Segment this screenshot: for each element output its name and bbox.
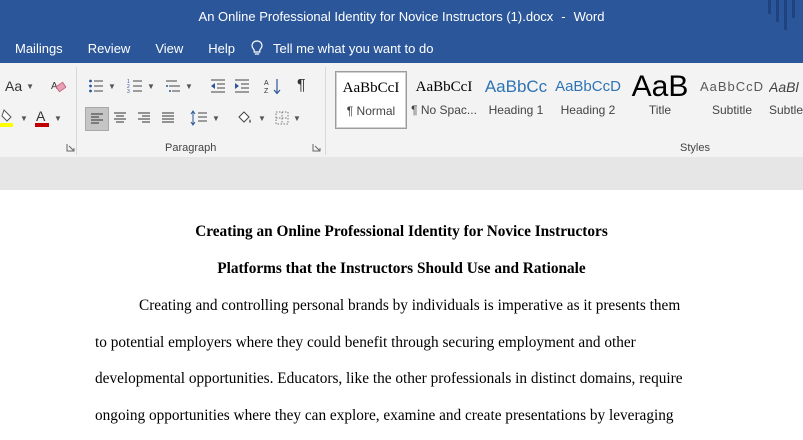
style-preview: AaBbCcD bbox=[555, 78, 621, 95]
pilcrow-icon: ¶ bbox=[297, 77, 306, 94]
paragraph-group-label: Paragraph bbox=[165, 142, 217, 154]
chevron-down-icon: ▼ bbox=[185, 81, 193, 91]
title-bar: An Online Professional Identity for Novi… bbox=[0, 0, 803, 33]
style-subtle-emphasis[interactable]: AaBl Subtle bbox=[769, 71, 803, 127]
styles-gallery: AaBbCcI ¶ Normal AaBbCcI ¶ No Spac... Aa… bbox=[333, 69, 803, 129]
font-color-button[interactable]: A ▼ bbox=[34, 108, 62, 128]
group-divider bbox=[325, 67, 326, 155]
increase-indent-icon bbox=[235, 79, 249, 93]
tell-me-label: Tell me what you want to do bbox=[273, 40, 434, 56]
tab-view[interactable]: View bbox=[140, 41, 183, 56]
bullet-list-icon bbox=[89, 79, 103, 93]
style-name: ¶ Normal bbox=[346, 104, 396, 118]
style-heading-2[interactable]: AaBbCcD Heading 2 bbox=[553, 71, 623, 127]
style-preview: AaBbCcD bbox=[699, 79, 765, 94]
ribbon: Aa ▼ A ▼ A ▼ ▼ 1 2 3 ▼ ▼ A Z ¶ ▼ ▼ ▼ Par… bbox=[0, 63, 803, 158]
style-name: Heading 2 bbox=[560, 103, 616, 117]
sort-icon: A Z bbox=[264, 79, 281, 95]
show-formatting-marks-button[interactable]: ¶ bbox=[297, 76, 306, 96]
styles-group-label: Styles bbox=[680, 142, 710, 154]
borders-button[interactable]: ▼ bbox=[275, 108, 301, 128]
style-name: Title bbox=[648, 103, 672, 117]
highlighter-icon bbox=[0, 109, 13, 127]
document-page[interactable]: Creating an Online Professional Identity… bbox=[0, 190, 803, 440]
document-heading: Creating an Online Professional Identity… bbox=[195, 223, 608, 240]
numbering-button[interactable]: 1 2 3 ▼ bbox=[127, 76, 155, 96]
app-name: Word bbox=[573, 9, 605, 24]
multilevel-list-icon bbox=[166, 80, 180, 92]
paragraph-line: developmental opportunities. Educators, … bbox=[95, 370, 683, 387]
highlight-color-button[interactable]: ▼ bbox=[0, 108, 28, 128]
clear-formatting-button[interactable]: A bbox=[50, 76, 66, 96]
document-background bbox=[0, 157, 803, 190]
title-decoration bbox=[768, 0, 795, 33]
increase-indent-button[interactable] bbox=[234, 76, 250, 96]
tab-help[interactable]: Help bbox=[193, 41, 235, 56]
lightbulb-icon bbox=[251, 40, 263, 55]
style-preview: AaBl bbox=[769, 79, 799, 95]
align-left-icon bbox=[91, 113, 103, 124]
style-heading-1[interactable]: AaBbCc Heading 1 bbox=[481, 71, 551, 127]
chevron-down-icon: ▼ bbox=[108, 81, 116, 91]
style-normal[interactable]: AaBbCcI ¶ Normal bbox=[335, 71, 407, 129]
title-separator: - bbox=[561, 9, 566, 24]
group-divider bbox=[76, 67, 77, 155]
style-name: ¶ No Spac... bbox=[411, 103, 477, 117]
style-name: Heading 1 bbox=[488, 103, 544, 117]
chevron-down-icon: ▼ bbox=[20, 113, 28, 123]
style-preview: AaBbCc bbox=[484, 77, 548, 96]
align-right-button[interactable] bbox=[137, 108, 151, 128]
multilevel-list-button[interactable]: ▼ bbox=[165, 76, 193, 96]
tell-me-box[interactable]: Tell me what you want to do bbox=[251, 40, 433, 56]
align-center-icon bbox=[114, 112, 126, 123]
align-right-icon bbox=[138, 112, 150, 123]
ribbon-tabs: Mailings Review View Help Tell me what y… bbox=[0, 33, 803, 63]
document-title: An Online Professional Identity for Novi… bbox=[198, 9, 554, 24]
chevron-down-icon: ▼ bbox=[54, 113, 62, 123]
change-case-button[interactable]: Aa ▼ bbox=[5, 76, 34, 96]
eraser-icon: A bbox=[51, 81, 66, 93]
paragraph-line: ongoing opportunities where they can exp… bbox=[95, 407, 674, 424]
bullets-button[interactable]: ▼ bbox=[88, 76, 116, 96]
numbered-list-icon: 1 2 3 bbox=[127, 79, 142, 94]
svg-text:3: 3 bbox=[127, 89, 130, 94]
borders-icon bbox=[275, 111, 289, 125]
style-subtitle[interactable]: AaBbCcD Subtitle bbox=[697, 71, 767, 127]
tab-mailings[interactable]: Mailings bbox=[0, 41, 63, 56]
style-preview: AaBbCcI bbox=[415, 79, 473, 95]
chevron-down-icon: ▼ bbox=[258, 113, 266, 123]
chevron-down-icon: ▼ bbox=[212, 113, 220, 123]
svg-text:Z: Z bbox=[264, 88, 269, 95]
chevron-down-icon: ▼ bbox=[147, 81, 155, 91]
justify-button[interactable] bbox=[161, 108, 175, 128]
decrease-indent-icon bbox=[211, 79, 225, 93]
paragraph-dialog-launcher-icon[interactable] bbox=[312, 143, 321, 152]
style-no-spacing[interactable]: AaBbCcI ¶ No Spac... bbox=[409, 71, 479, 127]
style-title[interactable]: AaB Title bbox=[625, 71, 695, 127]
justify-icon bbox=[162, 112, 174, 123]
document-subheading: Platforms that the Instructors Should Us… bbox=[217, 260, 586, 277]
font-size-label: Aa bbox=[5, 78, 23, 94]
align-center-button[interactable] bbox=[113, 108, 127, 128]
paint-bucket-icon bbox=[238, 111, 251, 123]
svg-text:A: A bbox=[264, 80, 269, 87]
style-name: Subtle bbox=[769, 103, 803, 117]
line-spacing-icon bbox=[190, 110, 207, 126]
chevron-down-icon: ▼ bbox=[26, 81, 35, 91]
paragraph-line: to potential employers where they could … bbox=[95, 334, 636, 351]
style-preview: AaBbCcI bbox=[342, 80, 400, 96]
paragraph-line: Creating and controlling personal brands… bbox=[139, 297, 681, 314]
tab-review[interactable]: Review bbox=[73, 41, 131, 56]
decrease-indent-button[interactable] bbox=[210, 76, 226, 96]
svg-text:A: A bbox=[36, 108, 46, 124]
style-name: Subtitle bbox=[711, 103, 753, 117]
align-left-button[interactable] bbox=[85, 107, 109, 131]
sort-button[interactable]: A Z bbox=[264, 76, 282, 96]
font-dialog-launcher-icon[interactable] bbox=[66, 143, 75, 152]
line-spacing-button[interactable]: ▼ bbox=[190, 108, 220, 128]
font-color-icon: A bbox=[35, 108, 49, 127]
style-preview: AaB bbox=[631, 71, 689, 103]
chevron-down-icon: ▼ bbox=[293, 113, 301, 123]
shading-button[interactable]: ▼ bbox=[236, 108, 266, 128]
